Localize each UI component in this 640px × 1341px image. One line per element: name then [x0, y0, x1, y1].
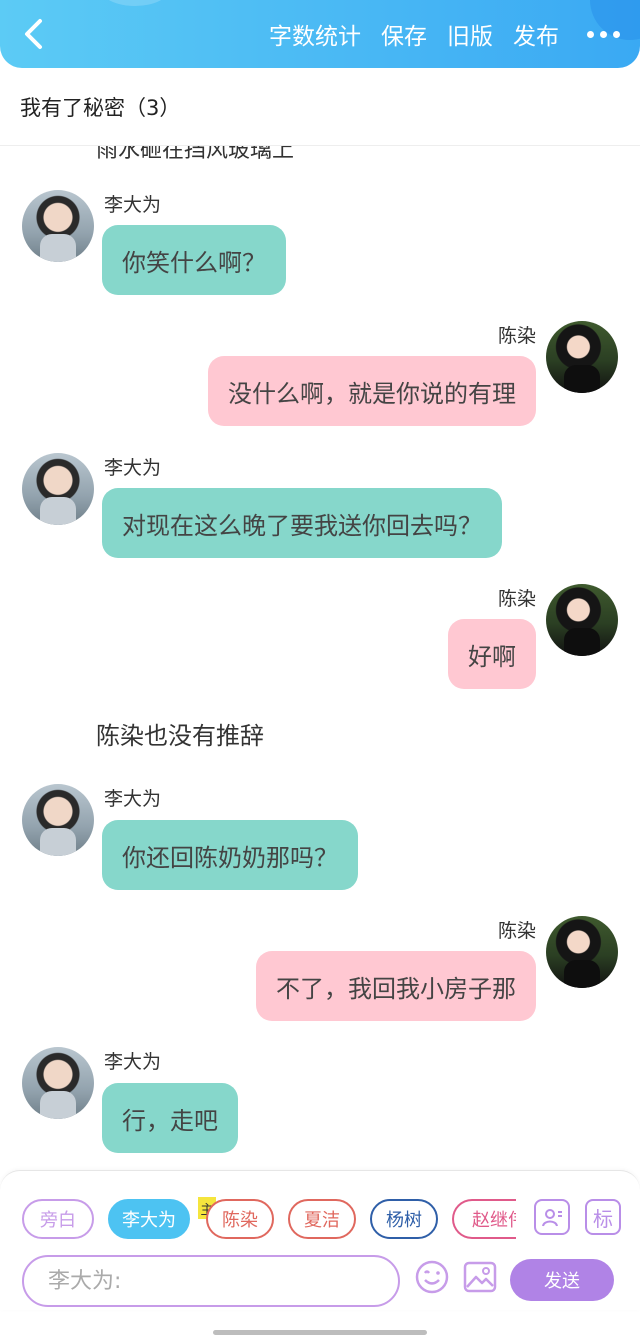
message-input[interactable] [22, 1255, 400, 1307]
sender-name: 李大为 [104, 788, 162, 810]
sender-name: 李大为 [104, 457, 162, 479]
avatar[interactable] [546, 916, 618, 988]
home-indicator [213, 1330, 427, 1335]
sender-name: 陈染 [497, 325, 536, 347]
emoji-icon[interactable] [414, 1259, 450, 1295]
chat-area[interactable]: 雨水砸在挡风玻璃上 李大为 你笑什么啊？ 陈染 没什么啊，就是你说的有理 李大为… [0, 146, 640, 1171]
chat-bubble[interactable]: 没什么啊，就是你说的有理 [208, 356, 536, 426]
character-chip-xia-jie[interactable]: 夏洁 [288, 1199, 356, 1239]
header-actions: 字数统计 保存 旧版 发布 [269, 0, 620, 68]
character-chip-li-dawei[interactable]: 李大为 [108, 1199, 190, 1239]
more-dots-icon[interactable] [587, 30, 620, 38]
word-count-button[interactable]: 字数统计 [269, 17, 361, 51]
person-card-icon [542, 1209, 562, 1227]
header-decoration [100, 0, 170, 6]
character-manage-icon[interactable] [534, 1199, 570, 1235]
avatar[interactable] [546, 321, 618, 393]
chapter-title: 我有了秘密（3） [20, 96, 181, 120]
sender-name: 李大为 [104, 1051, 162, 1073]
avatar[interactable] [546, 584, 618, 656]
sender-name: 陈染 [497, 920, 536, 942]
sender-name: 陈染 [497, 588, 536, 610]
narration-text: 雨水砸在挡风玻璃上 [96, 146, 295, 163]
character-chip-narrator[interactable]: 旁白 [22, 1199, 94, 1239]
image-icon[interactable] [462, 1259, 498, 1295]
sender-name: 李大为 [104, 194, 162, 216]
avatar[interactable] [22, 784, 94, 856]
publish-button[interactable]: 发布 [513, 17, 559, 51]
avatar[interactable] [22, 1047, 94, 1119]
chapter-title-bar: 我有了秘密（3） [0, 70, 640, 146]
composer-panel: 旁白 李大为 主 陈染 夏洁 杨树 赵继伟 标 发送 [0, 1170, 640, 1310]
character-chip-chen-ran[interactable]: 陈染 [206, 1199, 274, 1239]
avatar[interactable] [22, 453, 94, 525]
character-chip-zhao-jiwei[interactable]: 赵继伟 [452, 1199, 516, 1239]
chat-bubble[interactable]: 行，走吧 [102, 1083, 238, 1153]
chat-bubble[interactable]: 你笑什么啊？ [102, 225, 286, 295]
chat-bubble[interactable]: 你还回陈奶奶那吗？ [102, 820, 358, 890]
old-version-button[interactable]: 旧版 [447, 17, 493, 51]
chat-bubble[interactable]: 对现在这么晚了要我送你回去吗？ [102, 488, 502, 558]
chevron-left-icon [25, 19, 42, 49]
top-bar: 字数统计 保存 旧版 发布 [0, 0, 640, 68]
chat-bubble[interactable]: 不了，我回我小房子那 [256, 951, 536, 1021]
avatar[interactable] [22, 190, 94, 262]
back-button[interactable] [14, 14, 54, 54]
narration-text[interactable]: 陈染也没有推辞 [96, 716, 264, 751]
chat-bubble[interactable]: 好啊 [448, 619, 536, 689]
mark-button[interactable]: 标 [585, 1199, 621, 1235]
send-button[interactable]: 发送 [510, 1259, 614, 1301]
save-button[interactable]: 保存 [381, 17, 427, 51]
character-chip-yang-shu[interactable]: 杨树 [370, 1199, 438, 1239]
